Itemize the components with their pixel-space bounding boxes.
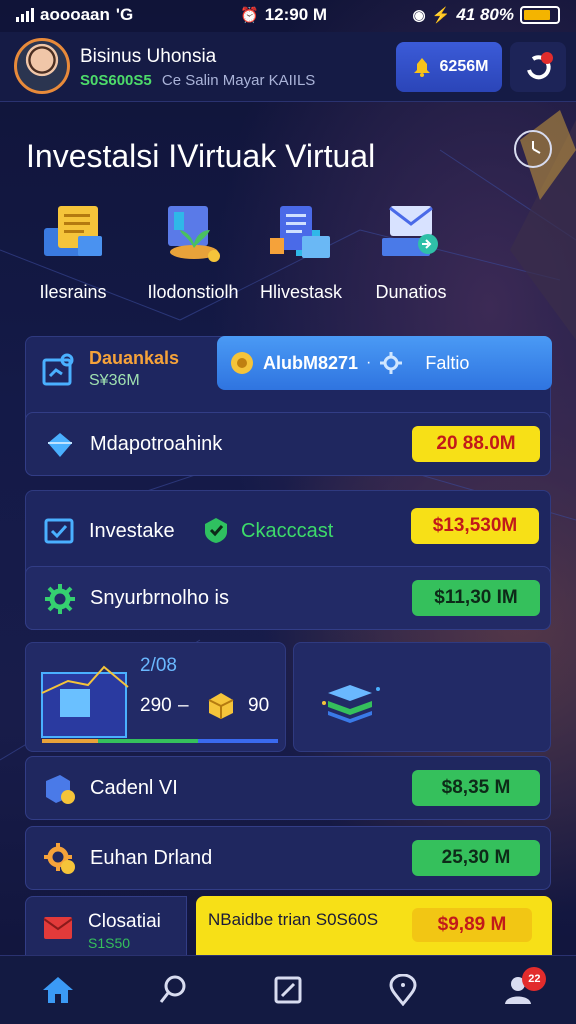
clock-icon[interactable] <box>514 130 552 168</box>
wifi-icon: ◉ <box>412 7 426 24</box>
portfolio-label: Faltio <box>425 352 470 373</box>
tab-profile[interactable]: 22 <box>488 965 548 1015</box>
notification-badge: 22 <box>522 967 547 991</box>
list-item-label: Euhan Drland <box>90 847 213 869</box>
value-badge: $9,89 M <box>412 908 532 942</box>
bolt-icon: ⚡ <box>431 7 451 24</box>
cube-icon <box>208 693 234 719</box>
category-label: Dunatios <box>375 282 447 302</box>
list-item-label: Cadenl VI <box>90 777 178 799</box>
value-badge: 20 88.0M <box>412 426 540 462</box>
portfolio-button[interactable]: AlubM8271 · Faltio <box>217 336 552 390</box>
money-plant-icon <box>158 200 228 270</box>
banner-label: NBaidbe trian S0S60S <box>208 910 379 929</box>
list-item[interactable]: Investake Ckacccast $13,530M <box>25 498 551 562</box>
summary-code: AlubM8271 <box>263 352 359 373</box>
page-title: Investalsi IVirtuak Virtual <box>26 138 376 174</box>
list-item-label: Snyurbrnolho is <box>90 587 229 609</box>
home-icon <box>42 977 73 1003</box>
network-label: 'G <box>115 5 134 24</box>
separator-dot: · <box>366 354 372 371</box>
closing-card[interactable]: Closatiai S1S50 <box>25 896 187 956</box>
carrier-label: aoooaan <box>40 5 110 24</box>
closing-title: Closatiai <box>88 911 161 932</box>
value-badge: $13,530M <box>411 508 539 544</box>
tab-search[interactable] <box>143 965 203 1015</box>
list-item-label: Investake <box>89 520 175 542</box>
profile-name: Bisinus Uhonsia <box>80 46 217 67</box>
diamond-icon <box>48 433 72 457</box>
edit-icon <box>274 976 302 1004</box>
chart-range-start: 290 <box>140 695 172 716</box>
coin-balance-button[interactable]: 6256M <box>396 42 502 92</box>
shield-check-icon <box>205 518 227 543</box>
value-badge: $11,30 IM <box>412 580 540 616</box>
document-folder-icon <box>38 200 108 270</box>
battery-label: 41 80% <box>456 5 514 24</box>
refresh-notification-icon <box>527 52 553 80</box>
profile-caption: Ce Salin Mayar KAIILS <box>161 72 316 89</box>
category-label: Ilesrains <box>39 282 107 302</box>
tab-home[interactable] <box>28 965 88 1015</box>
category-item-3[interactable]: Dunatios <box>346 196 476 306</box>
mail-red-icon <box>43 917 73 939</box>
closing-subtitle: S1S50 <box>88 935 131 951</box>
tag-label: Ckacccast <box>241 520 334 542</box>
profile-header: Bisinus Uhonsia S0S600S5 Ce Salin Mayar … <box>0 32 576 102</box>
summary-value: S¥36M <box>89 372 140 389</box>
checklist-icon <box>44 518 74 544</box>
signal-icon <box>16 8 34 22</box>
chart-date: 2/08 <box>140 655 177 676</box>
search-icon <box>159 975 186 1003</box>
list-item[interactable]: Snyurbrnolho is $11,30 IM <box>25 566 551 630</box>
notification-button[interactable] <box>510 42 566 92</box>
value-badge: $8,35 M <box>412 770 540 806</box>
bell-coin-icon <box>413 58 430 77</box>
summary-card[interactable]: Dauankals S¥36M <box>25 336 211 408</box>
chart-card[interactable]: 2/08 290 – 90 <box>25 642 286 752</box>
list-item[interactable]: Euhan Drland 25,30 M <box>25 826 551 890</box>
coin-value: 6256M <box>439 58 489 75</box>
gear-coin-icon <box>44 843 75 874</box>
bottom-tab-bar: 22 <box>0 955 576 1024</box>
status-bar: aoooaan 'G ⏰ 12:90 M ◉ ⚡ 41 80% <box>0 0 576 30</box>
summary-title: Dauankals <box>89 348 180 368</box>
list-item[interactable]: Cadenl VI $8,35 M <box>25 756 551 820</box>
report-stack-icon <box>266 200 336 270</box>
gear-icon <box>45 584 75 614</box>
alarm-icon: ⏰ <box>240 7 259 24</box>
tab-edit[interactable] <box>258 965 318 1015</box>
clock-time: 12:90 M <box>264 5 328 24</box>
chart-screen-icon <box>42 353 74 386</box>
gear-coin-icon <box>231 352 253 374</box>
avatar[interactable] <box>14 38 70 94</box>
closing-banner[interactable]: NBaidbe trian S0S60S $9,89 M <box>196 896 552 956</box>
arrow-label: – <box>178 695 189 716</box>
category-row: Ilesrains Ilodonstiolh Hlivestask Dunati… <box>0 196 576 306</box>
battery-icon <box>520 6 560 24</box>
category-item-0[interactable]: Ilesrains <box>8 196 138 306</box>
tab-location[interactable] <box>373 965 433 1015</box>
value-badge: 25,30 M <box>412 840 540 876</box>
settings-icon <box>380 352 403 374</box>
layers-stack-icon <box>322 685 380 723</box>
stack-card[interactable] <box>293 642 551 752</box>
profile-subtitle: S0S600S5 Ce Salin Mayar KAIILS <box>80 72 315 89</box>
box-coin-icon <box>46 775 75 804</box>
list-item[interactable]: Mdapotroahink 20 88.0M <box>25 412 551 476</box>
list-item-label: Mdapotroahink <box>90 433 223 455</box>
mail-laptop-icon <box>376 200 446 270</box>
chart-range-end: 90 <box>248 695 270 716</box>
location-pin-icon <box>389 974 417 1006</box>
profile-balance: S0S600S5 <box>80 72 152 89</box>
